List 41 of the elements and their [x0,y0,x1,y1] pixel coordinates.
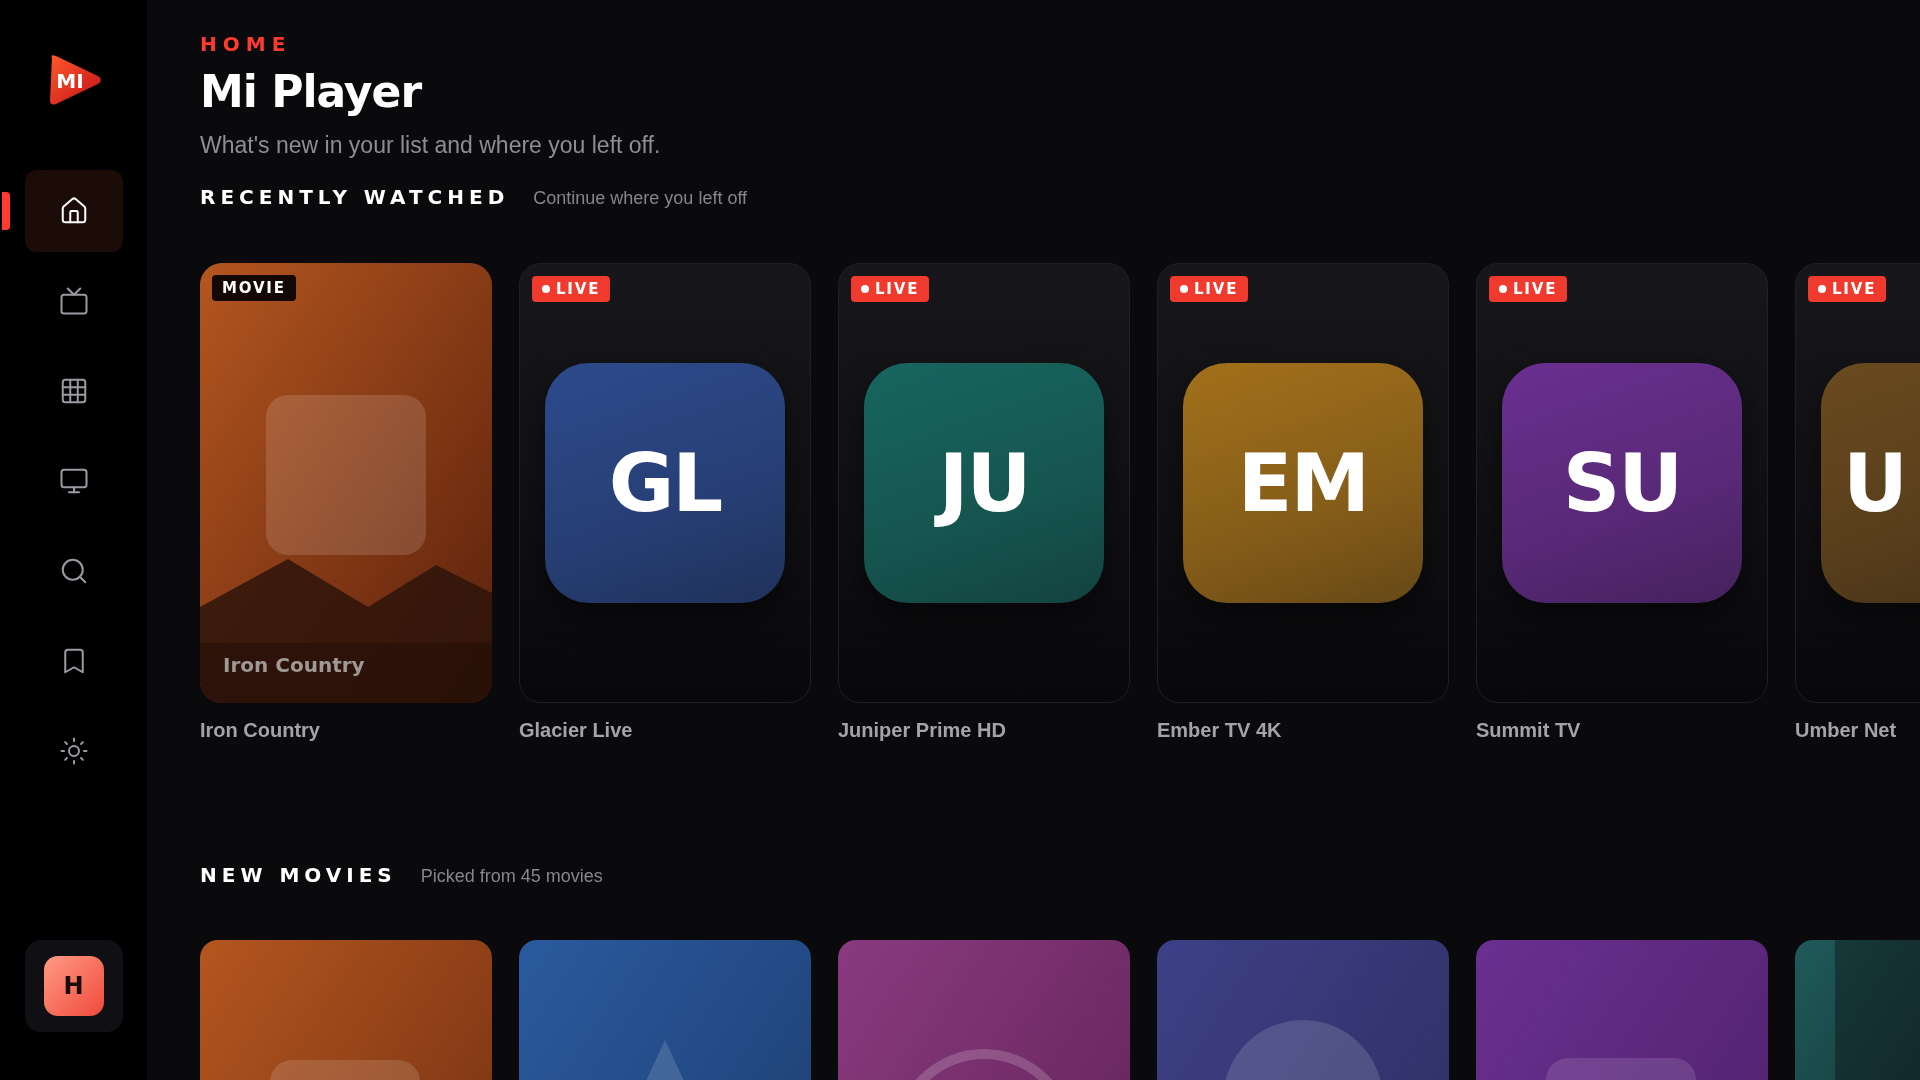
section-title: NEW MOVIES [200,862,397,889]
card-title: Summit TV [1476,719,1582,741]
section-title: RECENTLY WATCHED [200,184,510,211]
movie-card[interactable]: MOVIE Iron Country [200,263,492,703]
live-dot-icon [1818,285,1826,293]
channel-card[interactable]: LIVE GL [519,263,811,703]
channel-logo: JU [864,363,1104,603]
active-indicator [1,192,10,230]
section-note: Picked from 45 movies [420,865,603,888]
sun-icon [58,736,89,766]
live-dot-icon [1180,285,1188,293]
channel-card[interactable]: LIVE U [1795,263,1920,703]
card-title: Juniper Prime HD [838,719,1007,741]
channel-logo: EM [1183,363,1423,603]
monitor-icon [58,466,89,496]
card-overlay-title: Iron Country [223,653,365,677]
channel-logo: U [1821,363,1920,603]
channel-logo: SU [1502,363,1742,603]
channel-card[interactable]: LIVE EM [1157,263,1449,703]
live-tag: LIVE [532,276,611,302]
live-dot-icon [542,285,550,293]
live-tag: LIVE [851,276,930,302]
section-note: Continue where you left off [533,187,748,210]
live-dot-icon [1499,285,1507,293]
page-eyebrow: HOME [200,32,293,56]
movie-tag: MOVIE [212,275,296,301]
channel-logo: GL [545,363,785,603]
channel-card[interactable]: LIVE SU [1476,263,1768,703]
channel-card[interactable]: LIVE JU [838,263,1130,703]
live-dot-icon [861,285,869,293]
tv-icon [58,286,89,316]
live-tag: LIVE [1808,276,1887,302]
card-title: Glacier Live [519,719,634,741]
profile-avatar[interactable]: H [43,956,104,1016]
card-title: Ember TV 4K [1157,719,1283,741]
live-tag: LIVE [1489,276,1568,302]
card-title: Umber Net [1795,719,1898,741]
card-title: Iron Country [200,719,321,741]
live-tag: LIVE [1170,276,1249,302]
page-title: Mi Player [200,65,423,119]
page-subtitle: What's new in your list and where you left off. [200,131,662,160]
